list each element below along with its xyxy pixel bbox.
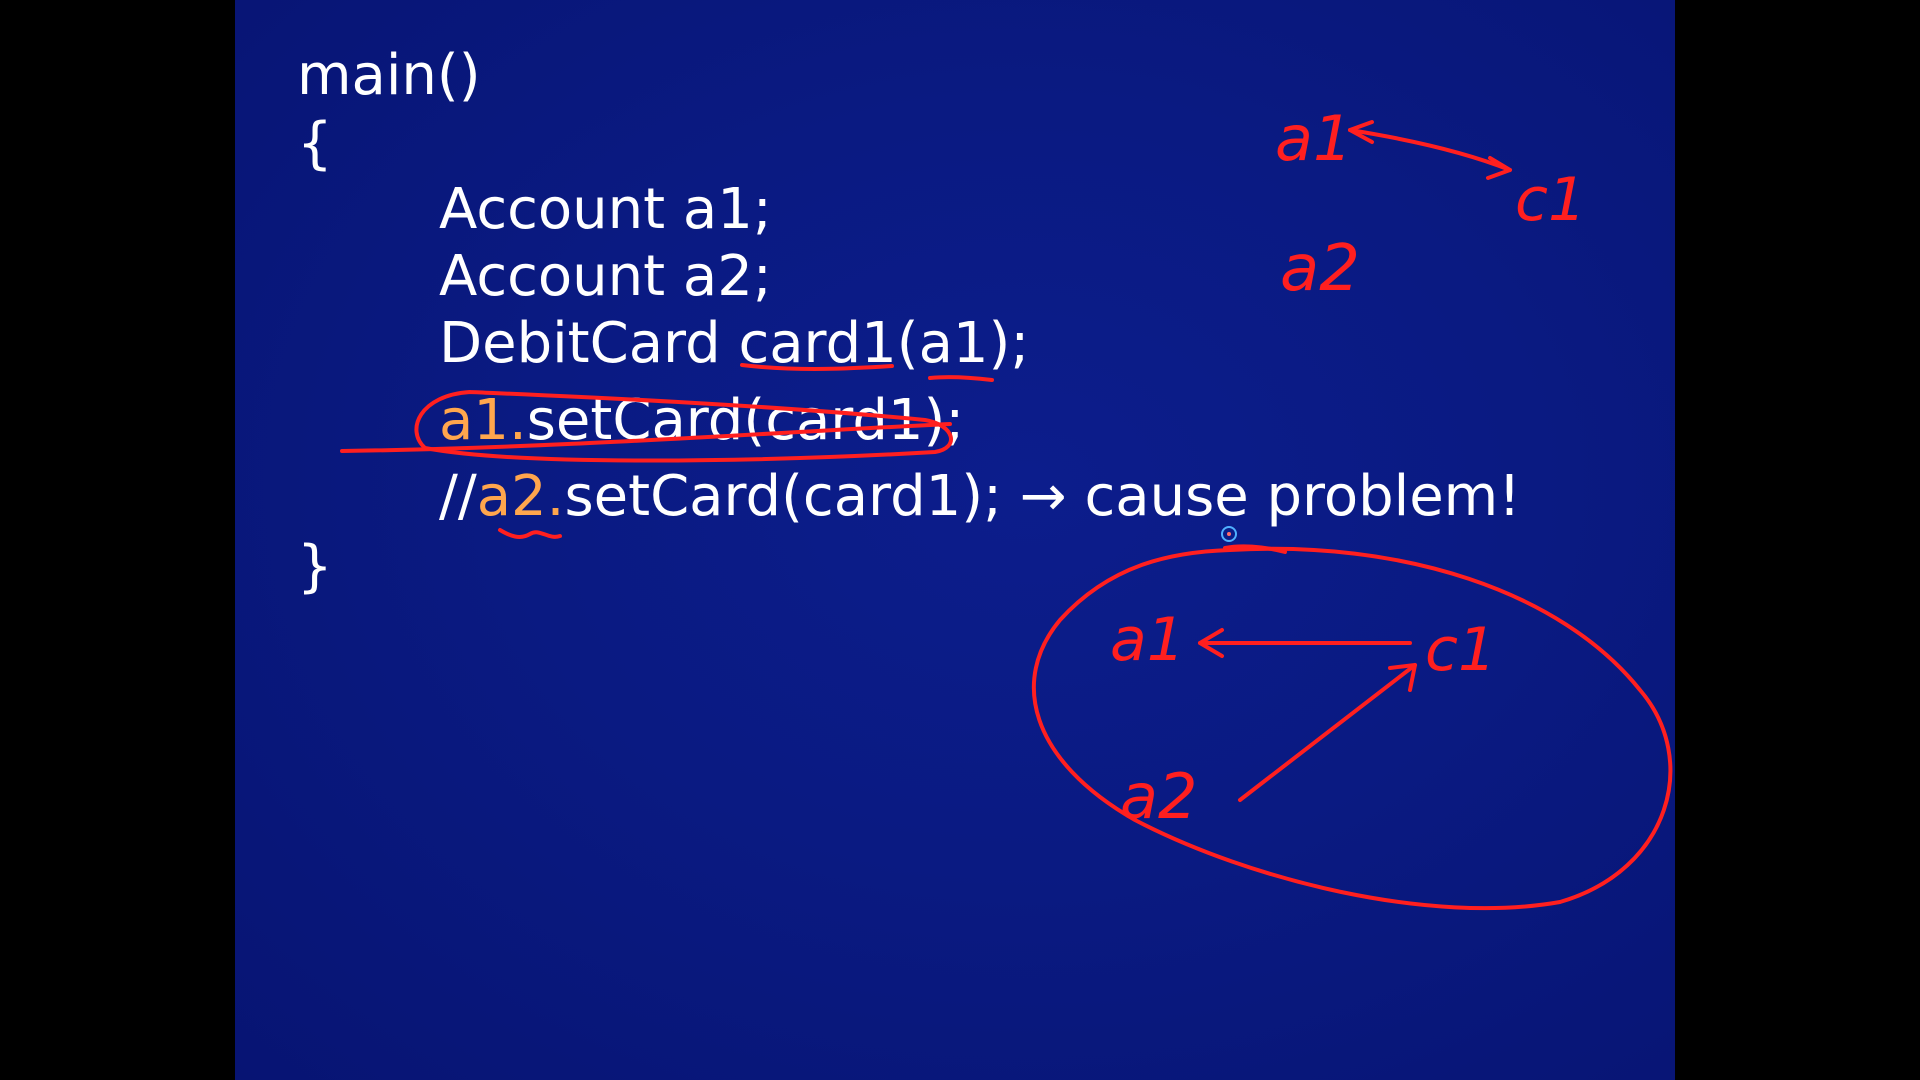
code-line-a1-setcard: a1.setCard(card1);	[439, 389, 964, 453]
code-comment-prefix: //	[439, 464, 477, 529]
code-line-debitcard: DebitCard card1(a1);	[439, 311, 1030, 376]
slide: main() { Account a1; Account a2; DebitCa…	[235, 0, 1675, 1080]
code-highlight-a2: a2.	[476, 464, 565, 529]
code-text-cause-problem: setCard(card1); → cause problem!	[564, 464, 1521, 529]
code-text-setcard: setCard(card1);	[526, 388, 965, 453]
code-line-account-a2: Account a2;	[439, 244, 772, 309]
code-line-account-a1: Account a1;	[439, 177, 772, 242]
code-line-main: main()	[297, 43, 481, 108]
code-line-open-brace: {	[297, 111, 333, 176]
code-line-a2-setcard-comment: //a2.setCard(card1); → cause problem!	[439, 465, 1521, 529]
code-line-close-brace: }	[297, 534, 333, 599]
pen-cursor-icon	[1221, 526, 1237, 542]
code-highlight-a1: a1.	[439, 388, 527, 453]
